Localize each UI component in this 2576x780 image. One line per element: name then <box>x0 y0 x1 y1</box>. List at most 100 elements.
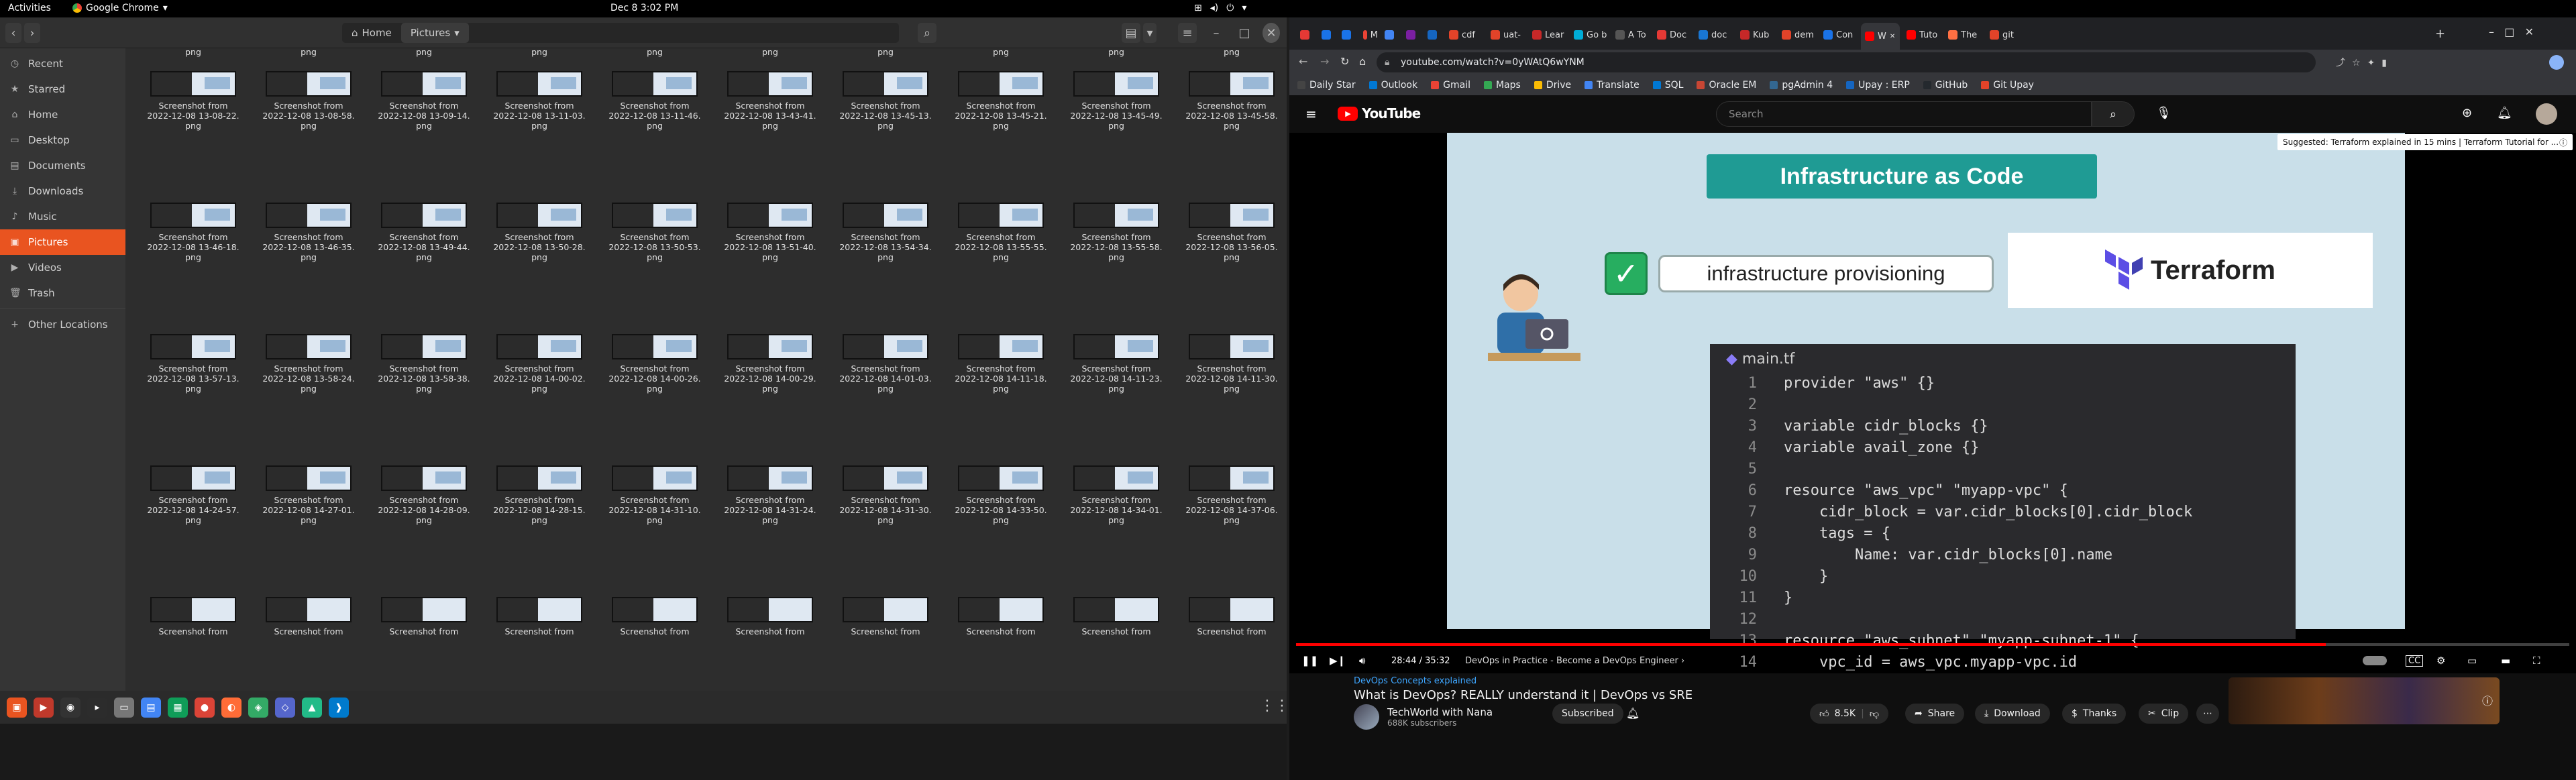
sidebar-item-desktop[interactable]: ▭ Desktop <box>0 127 125 153</box>
youtube-logo[interactable]: ▶ YouTube <box>1338 105 1421 121</box>
file-item[interactable]: png <box>136 48 251 57</box>
bookmark-item[interactable]: Maps <box>1483 80 1521 91</box>
file-item[interactable]: png <box>251 48 366 57</box>
file-item[interactable]: png <box>828 48 943 57</box>
file-item[interactable]: Screenshot from 2022-12-08 13-46-35. png <box>251 203 366 262</box>
file-item[interactable]: Screenshot from 2022-12-08 14-31-10. png <box>597 465 712 525</box>
postman-icon[interactable]: ◐ <box>221 697 241 718</box>
file-item[interactable]: png <box>1174 48 1287 57</box>
app2-icon[interactable]: ◈ <box>248 697 268 718</box>
browser-tab[interactable]: Lear <box>1528 25 1567 44</box>
file-item[interactable]: Screenshot from 2022-12-08 13-08-22. png <box>136 71 251 131</box>
file-item[interactable]: Screenshot from 2022-12-08 13-45-21. png <box>943 71 1059 131</box>
clip-button[interactable]: ✂ Clip <box>2139 704 2189 724</box>
file-item[interactable]: Screenshot from <box>1059 597 1174 636</box>
file-item[interactable]: Screenshot from 2022-12-08 13-58-24. png <box>251 334 366 394</box>
search-button[interactable]: ⌕ <box>918 23 936 43</box>
browser-tab[interactable]: git <box>1986 25 2025 44</box>
window-controls[interactable]: – □ ✕ <box>2489 25 2534 38</box>
file-item[interactable]: Screenshot from 2022-12-08 13-08-58. png <box>251 71 366 131</box>
chrome-icon[interactable]: ● <box>195 697 215 718</box>
app-icon[interactable]: ▶ <box>34 697 54 718</box>
file-item[interactable]: Screenshot from 2022-12-08 13-11-46. png <box>597 71 712 131</box>
docs-icon[interactable]: ▤ <box>141 697 161 718</box>
file-item[interactable]: Screenshot from <box>136 597 251 636</box>
browser-tab[interactable]: Tuto <box>1902 25 1941 44</box>
path-home[interactable]: ⌂ Home <box>342 23 401 43</box>
ad-banner[interactable]: ⓘ <box>2229 677 2500 724</box>
browser-tab[interactable] <box>1296 25 1315 44</box>
captions-icon[interactable]: CC <box>2406 655 2424 667</box>
suggested-card[interactable]: Suggested: Terraform explained in 15 min… <box>2277 134 2573 150</box>
clock[interactable]: Dec 8 3:02 PM <box>610 3 678 13</box>
file-item[interactable]: Screenshot from 2022-12-08 14-11-30. png <box>1174 334 1287 394</box>
back-button[interactable]: ‹ <box>5 23 21 43</box>
file-item[interactable]: Screenshot from <box>366 597 482 636</box>
sidebar-item-trash[interactable]: 🗑︎ Trash <box>0 280 125 306</box>
back-button[interactable]: ← <box>1299 55 1307 68</box>
video-player[interactable]: Infrastructure as Code ✓ infrastructure … <box>1289 133 2576 673</box>
files-icon[interactable]: ▣ <box>7 697 27 718</box>
home-button[interactable]: ⌂ <box>1359 55 1366 68</box>
more-button[interactable]: ⋯ <box>2196 704 2219 724</box>
chapter-title[interactable]: DevOps in Practice - Become a DevOps Eng… <box>1465 656 1684 666</box>
bell-icon[interactable]: 🔔︎ <box>1626 707 1640 720</box>
sidebar-item-pictures[interactable]: ▣ Pictures <box>0 229 125 255</box>
file-item[interactable]: Screenshot from 2022-12-08 13-54-34. png <box>828 203 943 262</box>
forward-button[interactable]: › <box>24 23 40 43</box>
bookmark-item[interactable]: Drive <box>1534 80 1571 91</box>
file-item[interactable]: Screenshot from <box>712 597 828 636</box>
file-item[interactable]: Screenshot from 2022-12-08 13-09-14. png <box>366 71 482 131</box>
file-item[interactable]: Screenshot from 2022-12-08 14-00-26. png <box>597 334 712 394</box>
bookmark-item[interactable]: Gmail <box>1431 80 1470 91</box>
folder-icon[interactable]: ▭ <box>114 697 134 718</box>
bookmark-item[interactable]: Oracle EM <box>1697 80 1756 91</box>
sidebar-item-recent[interactable]: ◷ Recent <box>0 51 125 76</box>
file-item[interactable]: Screenshot from 2022-12-08 13-45-13. png <box>828 71 943 131</box>
file-item[interactable]: png <box>366 48 482 57</box>
progress-bar[interactable] <box>1296 643 2569 646</box>
browser-tab[interactable]: W ✕ <box>1861 23 1900 50</box>
file-item[interactable]: Screenshot from 2022-12-08 13-55-58. png <box>1059 203 1174 262</box>
app4-icon[interactable]: ▲ <box>302 697 322 718</box>
browser-tab[interactable]: M <box>1359 25 1378 44</box>
search-input[interactable]: Search <box>1716 101 2092 127</box>
file-item[interactable]: png <box>482 48 597 57</box>
file-item[interactable]: png <box>943 48 1059 57</box>
address-bar[interactable]: 🔒︎ youtube.com/watch?v=0yWAtQ6wYNM <box>1377 52 2316 72</box>
file-item[interactable]: Screenshot from 2022-12-08 13-56-05. png <box>1174 203 1287 262</box>
file-item[interactable]: png <box>712 48 828 57</box>
file-item[interactable]: Screenshot from 2022-12-08 13-11-03. png <box>482 71 597 131</box>
maximize-button[interactable]: □ <box>1236 23 1253 43</box>
hamburger-icon[interactable]: ≡ <box>1305 106 1317 122</box>
sidebar-item-starred[interactable]: ★ Starred <box>0 76 125 102</box>
browser-tab[interactable]: cdf <box>1445 25 1484 44</box>
file-item[interactable]: Screenshot from 2022-12-08 13-58-38. png <box>366 334 482 394</box>
browser-tab[interactable] <box>1402 25 1421 44</box>
like-button[interactable]: 👍︎ 8.5K | 👎︎ <box>1810 704 1889 724</box>
file-item[interactable]: Screenshot from 2022-12-08 14-27-01. png <box>251 465 366 525</box>
file-item[interactable]: Screenshot from 2022-12-08 14-28-09. png <box>366 465 482 525</box>
app-menu[interactable]: Google Chrome ▾ <box>72 3 168 13</box>
mic-icon[interactable]: 🎙︎ <box>2156 106 2171 120</box>
bookmark-item[interactable]: Outlook <box>1368 80 1417 91</box>
forward-button[interactable]: → <box>1320 55 1329 68</box>
browser-tab[interactable] <box>1381 25 1399 44</box>
new-tab-button[interactable]: + <box>2435 27 2445 41</box>
file-item[interactable]: Screenshot from 2022-12-08 13-50-53. png <box>597 203 712 262</box>
close-button[interactable]: ✕ <box>1263 23 1280 43</box>
view-options-button[interactable]: ▾ <box>1143 23 1157 43</box>
sidebar-item-other-locations[interactable]: + Other Locations <box>0 312 125 337</box>
fullscreen-icon[interactable]: ⛶ <box>2533 655 2540 667</box>
browser-tab[interactable]: uat- <box>1487 25 1525 44</box>
file-item[interactable]: Screenshot from <box>251 597 366 636</box>
file-item[interactable]: Screenshot from <box>943 597 1059 636</box>
reload-button[interactable]: ↻ <box>1340 55 1349 68</box>
browser-tab[interactable] <box>1424 25 1442 44</box>
app3-icon[interactable]: ◇ <box>275 697 295 718</box>
next-icon[interactable]: ▶❙ <box>1330 655 1346 667</box>
create-icon[interactable]: ⊕ <box>2462 106 2472 120</box>
extension-icons[interactable]: ⤴☆✦▮ <box>2336 56 2394 69</box>
volume-icon[interactable]: 🔊︎ <box>1359 655 1365 667</box>
browser-tab[interactable]: Go b <box>1570 25 1609 44</box>
